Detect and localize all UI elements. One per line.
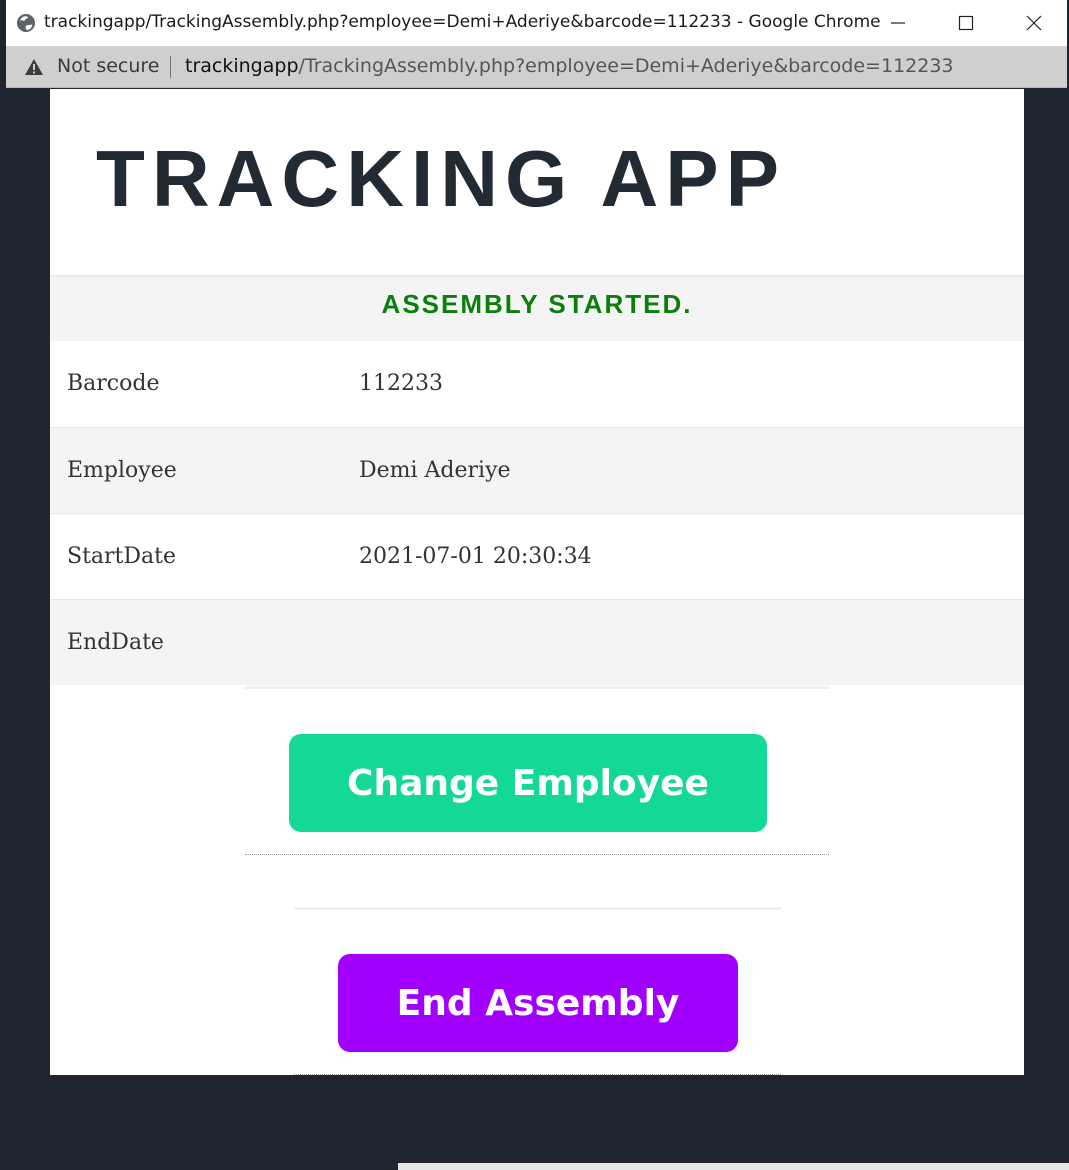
address-bar[interactable]: Not secure trackingapp/TrackingAssembly.… [6,46,1067,88]
window-title: trackingapp/TrackingAssembly.php?employe… [44,12,881,32]
assembly-details-table: Barcode 112233 Employee Demi Aderiye Sta… [50,341,1024,685]
employee-value: Demi Aderiye [359,426,1024,513]
minimize-button[interactable] [868,0,928,46]
url-path: /TrackingAssembly.php?employee=Demi+Ader… [298,55,954,77]
close-icon [1026,15,1042,31]
globe-icon [16,13,36,33]
minimize-icon [891,22,905,24]
address-separator [170,56,171,78]
maximize-button[interactable] [936,0,996,46]
warning-icon[interactable] [24,58,44,76]
maximize-icon [958,15,974,31]
barcode-value: 112233 [359,371,443,397]
url-host: trackingapp [185,55,299,77]
end-date-value [359,598,1024,685]
barcode-label: Barcode [67,371,160,397]
page-content: TRACKING APP ASSEMBLY STARTED. Barcode 1… [50,89,1024,1075]
divider [245,854,829,855]
start-date-value: 2021-07-01 20:30:34 [359,512,1024,599]
divider [294,907,781,910]
divider [294,1074,781,1075]
status-banner: ASSEMBLY STARTED. [50,275,1024,343]
employee-label: Employee [50,426,359,513]
security-label[interactable]: Not secure [57,55,160,77]
divider [245,686,829,689]
title-bar: trackingapp/TrackingAssembly.php?employe… [6,0,1067,47]
table-row: Employee Demi Aderiye [50,426,1024,513]
start-date-label: StartDate [50,512,359,599]
end-assembly-button[interactable]: End Assembly [338,954,738,1052]
app-title: TRACKING APP [96,134,786,223]
end-date-label: EndDate [50,598,359,685]
url-text[interactable]: trackingapp/TrackingAssembly.php?employe… [185,55,954,77]
table-row: StartDate 2021-07-01 20:30:34 [50,512,1024,599]
change-employee-button[interactable]: Change Employee [289,734,767,832]
table-row: EndDate [50,598,1024,685]
close-button[interactable] [1004,0,1064,46]
browser-window: trackingapp/TrackingAssembly.php?employe… [0,0,1069,1170]
status-message: ASSEMBLY STARTED. [381,289,693,319]
scroll-edge [398,1163,1069,1170]
table-row: Barcode 112233 [50,341,1024,427]
